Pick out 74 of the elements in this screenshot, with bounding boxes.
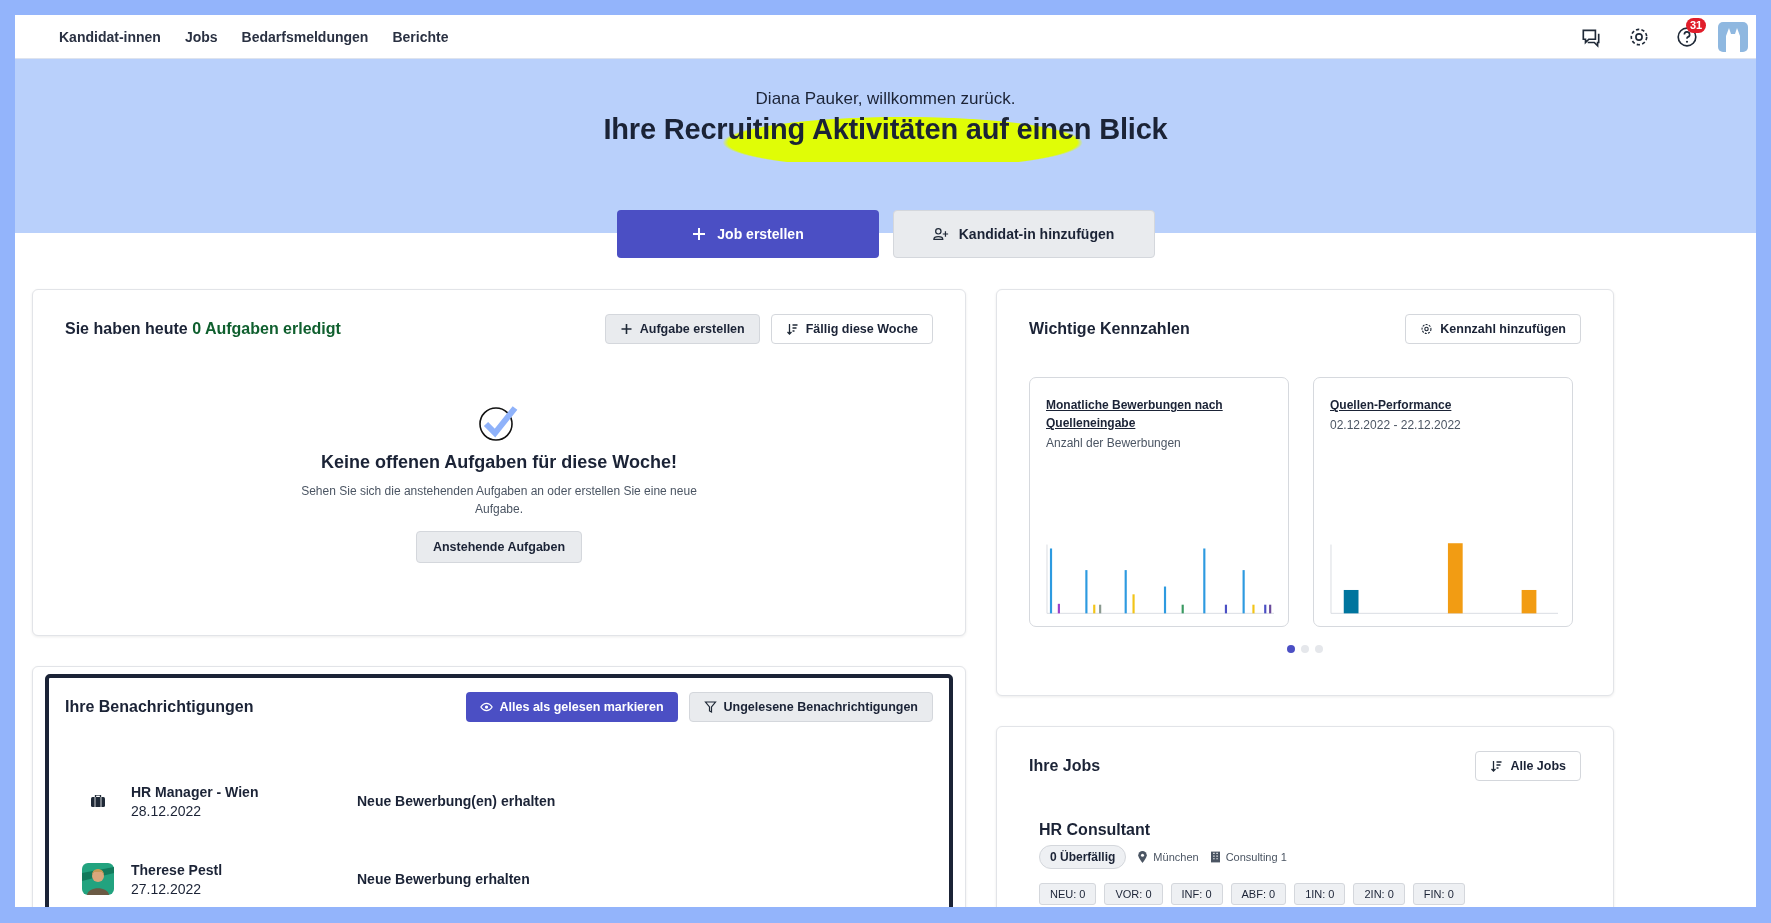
mark-all-read-button[interactable]: Alles als gelesen markieren — [465, 692, 678, 722]
chart-bar — [1099, 604, 1102, 614]
all-jobs-button[interactable]: Alle Jobs — [1475, 751, 1581, 781]
plus-icon — [619, 323, 633, 335]
notification-sender: Therese Pestl — [131, 861, 224, 878]
chart-bar — [1203, 548, 1206, 614]
notification-date: 27.12.2022 — [131, 880, 203, 897]
nav-link[interactable]: Kandidat-innen — [59, 28, 161, 45]
chart-bar — [1132, 594, 1135, 614]
kpi-title: Wichtige Kennzahlen — [1029, 320, 1190, 338]
notification-message: Neue Bewerbung erhalten — [357, 871, 530, 887]
chart-bar — [1085, 570, 1088, 614]
chart-bar — [1049, 548, 1053, 614]
add-user-icon — [932, 227, 949, 241]
chart-bar — [1447, 543, 1463, 614]
overdue-badge: 0 Überfällig — [1039, 845, 1127, 869]
notification-badge: 31 — [1686, 17, 1707, 33]
job-location: München — [1153, 851, 1199, 863]
empty-state-text: Sehen Sie sich die anstehenden Aufgaben an oder erstellen Sie eine neue Aufgabe. — [300, 483, 698, 518]
job-title[interactable]: HR Consultant — [1039, 821, 1581, 839]
chart-bar — [1181, 604, 1184, 614]
location-pin-icon — [1138, 851, 1148, 863]
chart-bar — [1242, 570, 1245, 614]
briefcase-icon — [91, 795, 105, 807]
nav-link[interactable]: Bedarfsmeldungen — [241, 28, 369, 45]
notification-message: Neue Bewerbung(en) erhalten — [357, 793, 556, 809]
metric-link[interactable]: Quellen-Performance — [1330, 396, 1556, 414]
chart-bar — [1163, 586, 1167, 614]
stage-chip: ABF: 0 — [1230, 883, 1287, 905]
sort-icon — [1490, 760, 1504, 772]
create-job-button[interactable]: Job erstellen — [616, 210, 879, 258]
notification-sender: HR Manager - Wien — [131, 783, 260, 800]
plus-icon — [691, 227, 708, 241]
job-company: Consulting 1 — [1225, 851, 1287, 863]
empty-state-heading: Keine offenen Aufgaben für diese Woche! — [320, 452, 677, 473]
stage-chip: 2IN: 0 — [1353, 883, 1405, 905]
sort-icon — [785, 323, 799, 335]
notification-date: 28.12.2022 — [131, 802, 203, 819]
chart-bar — [1269, 604, 1272, 614]
create-task-button[interactable]: Aufgabe erstellen — [604, 314, 760, 344]
metric-subtitle: 02.12.2022 - 22.12.2022 — [1330, 418, 1462, 432]
chart-bar — [1343, 589, 1359, 614]
stage-chip: FIN: 0 — [1412, 883, 1465, 905]
add-metric-button[interactable]: Kennzahl hinzufügen — [1405, 314, 1581, 344]
eye-icon — [479, 701, 493, 713]
chart-bar — [1093, 604, 1096, 614]
notifications-title: Ihre Benachrichtigungen — [65, 698, 254, 716]
page-dot[interactable] — [1301, 645, 1309, 653]
upcoming-tasks-button[interactable]: Anstehende Aufgaben — [415, 531, 583, 563]
tasks-title: Sie haben heute 0 Aufgaben erledigt — [65, 320, 341, 338]
chart-bar — [1124, 570, 1127, 614]
nav-link[interactable]: Berichte — [392, 28, 449, 45]
chart-bar — [1252, 604, 1255, 614]
chart-bar — [1264, 604, 1267, 614]
metric-subtitle: Anzahl der Bewerbungen — [1046, 436, 1182, 450]
stage-chip: NEU: 0 — [1039, 883, 1097, 905]
welcome-text: Diana Pauker, willkommen zurück. — [755, 89, 1016, 109]
sort-button[interactable]: Fällig diese Woche — [770, 314, 933, 344]
settings-icon — [1420, 323, 1434, 335]
jobs-title: Ihre Jobs — [1029, 757, 1101, 775]
metric-link[interactable]: Monatliche Bewerbungen nach Quelleneingabe — [1046, 396, 1272, 432]
page-dot[interactable] — [1287, 645, 1295, 653]
chart-bar — [1224, 604, 1227, 614]
stage-chip: VOR: 0 — [1104, 883, 1163, 905]
chart-bar — [1521, 589, 1537, 614]
nav-link[interactable]: Jobs — [184, 28, 218, 45]
filter-icon — [703, 701, 717, 713]
add-candidate-button[interactable]: Kandidat-in hinzufügen — [892, 210, 1155, 258]
stage-chip: 1IN: 0 — [1294, 883, 1346, 905]
filter-button[interactable]: Ungelesene Benachrichtigungen — [688, 692, 933, 722]
stage-chip: INF: 0 — [1170, 883, 1223, 905]
chart-bar — [1057, 603, 1060, 614]
building-icon — [1210, 851, 1220, 863]
page-dot[interactable] — [1315, 645, 1323, 653]
